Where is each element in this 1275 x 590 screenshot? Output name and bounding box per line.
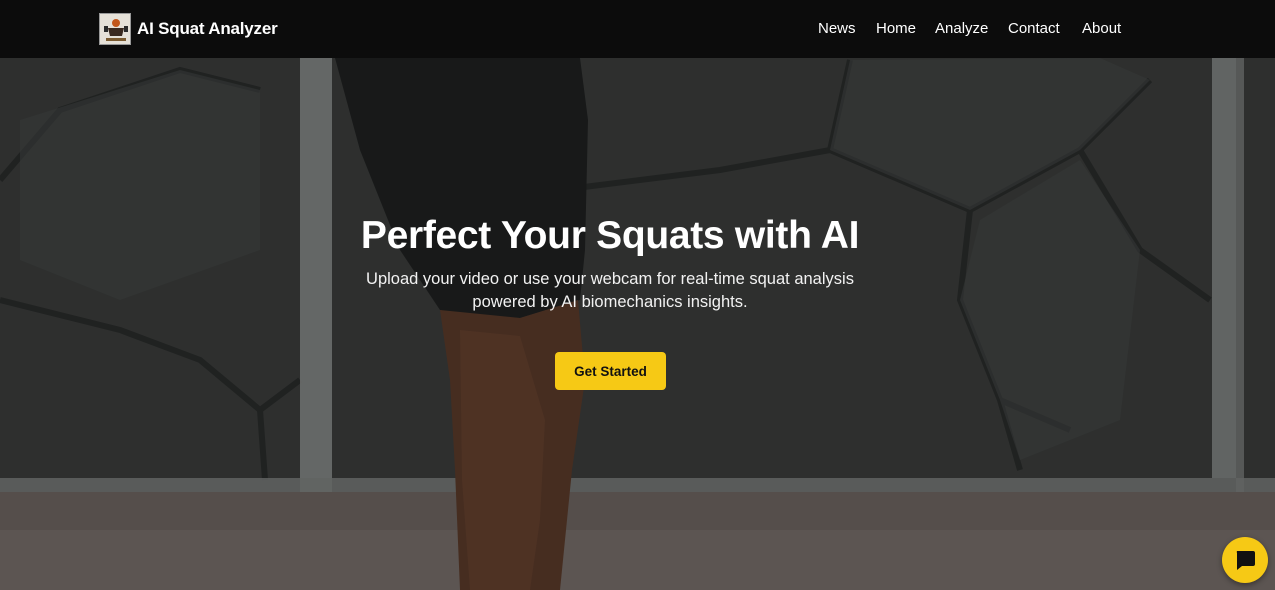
- chat-bubble-icon: [1236, 551, 1255, 570]
- nav-link-contact[interactable]: Contact: [1008, 20, 1060, 37]
- hero-section: Perfect Your Squats with AI Upload your …: [0, 0, 1275, 590]
- hero-title: Perfect Your Squats with AI: [360, 214, 860, 257]
- navbar: AI Squat Analyzer News Home Analyze Cont…: [0, 0, 1275, 58]
- nav-link-about[interactable]: About: [1082, 20, 1121, 37]
- nav-link-news[interactable]: News: [818, 20, 856, 37]
- nav-link-home[interactable]: Home: [876, 20, 916, 37]
- nav-links: News Home Analyze Contact About: [0, 20, 1275, 40]
- chat-button[interactable]: [1222, 537, 1268, 583]
- get-started-button[interactable]: Get Started: [555, 352, 666, 390]
- nav-link-analyze[interactable]: Analyze: [935, 20, 988, 37]
- hero-subtitle: Upload your video or use your webcam for…: [366, 270, 854, 311]
